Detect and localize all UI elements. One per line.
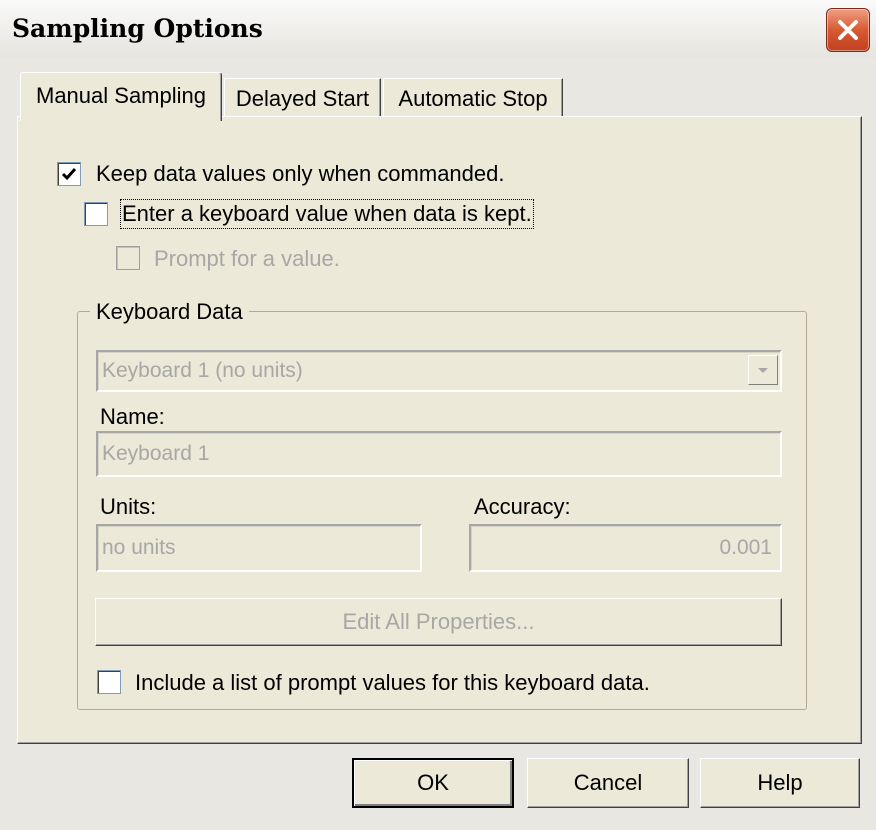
ok-button[interactable]: OK: [352, 758, 514, 808]
accuracy-field-value: 0.001: [719, 536, 772, 559]
name-field[interactable]: Keyboard 1: [96, 431, 782, 477]
dropdown-button[interactable]: [748, 355, 778, 385]
units-field-value: no units: [102, 536, 176, 559]
accuracy-field[interactable]: 0.001: [469, 524, 782, 572]
name-field-value: Keyboard 1: [102, 442, 210, 465]
accuracy-label: Accuracy:: [474, 494, 571, 519]
title-bar: Sampling Options: [0, 0, 876, 59]
chevron-down-icon: [758, 368, 768, 373]
include-list-label[interactable]: Include a list of prompt values for this…: [135, 670, 650, 696]
tab-automatic-stop-label: Automatic Stop: [398, 86, 548, 111]
close-button[interactable]: [826, 8, 870, 52]
cancel-button[interactable]: Cancel: [527, 758, 689, 808]
enter-keyboard-checkbox[interactable]: [84, 202, 108, 226]
tab-delayed-start[interactable]: Delayed Start: [224, 78, 381, 119]
name-label: Name:: [100, 404, 165, 429]
ok-label: OK: [417, 770, 449, 795]
keep-values-checkbox[interactable]: [57, 162, 81, 186]
include-list-checkbox[interactable]: [97, 670, 121, 694]
tab-manual-sampling[interactable]: Manual Sampling: [20, 72, 222, 121]
keyboard-select[interactable]: Keyboard 1 (no units): [96, 350, 782, 392]
units-field[interactable]: no units: [96, 524, 422, 572]
tab-manual-sampling-label: Manual Sampling: [36, 83, 206, 108]
prompt-value-label: Prompt for a value.: [154, 246, 340, 271]
edit-all-properties-button[interactable]: Edit All Properties...: [95, 598, 782, 646]
check-icon: [61, 168, 77, 181]
edit-all-properties-label: Edit All Properties...: [342, 609, 535, 634]
keyboard-select-value: Keyboard 1 (no units): [102, 359, 303, 382]
help-label: Help: [757, 770, 803, 795]
tab-delayed-start-label: Delayed Start: [235, 86, 370, 111]
close-icon: [838, 20, 858, 40]
prompt-value-checkbox[interactable]: [116, 246, 140, 270]
enter-keyboard-label[interactable]: Enter a keyboard value when data is kept…: [120, 199, 534, 229]
units-label: Units:: [100, 494, 157, 519]
help-button[interactable]: Help: [700, 758, 860, 808]
keep-values-label[interactable]: Keep data values only when commanded.: [96, 161, 504, 187]
keyboard-data-group-label: Keyboard Data: [90, 299, 249, 325]
tab-automatic-stop[interactable]: Automatic Stop: [383, 78, 563, 119]
window-title: Sampling Options: [12, 14, 263, 43]
cancel-label: Cancel: [573, 770, 643, 795]
